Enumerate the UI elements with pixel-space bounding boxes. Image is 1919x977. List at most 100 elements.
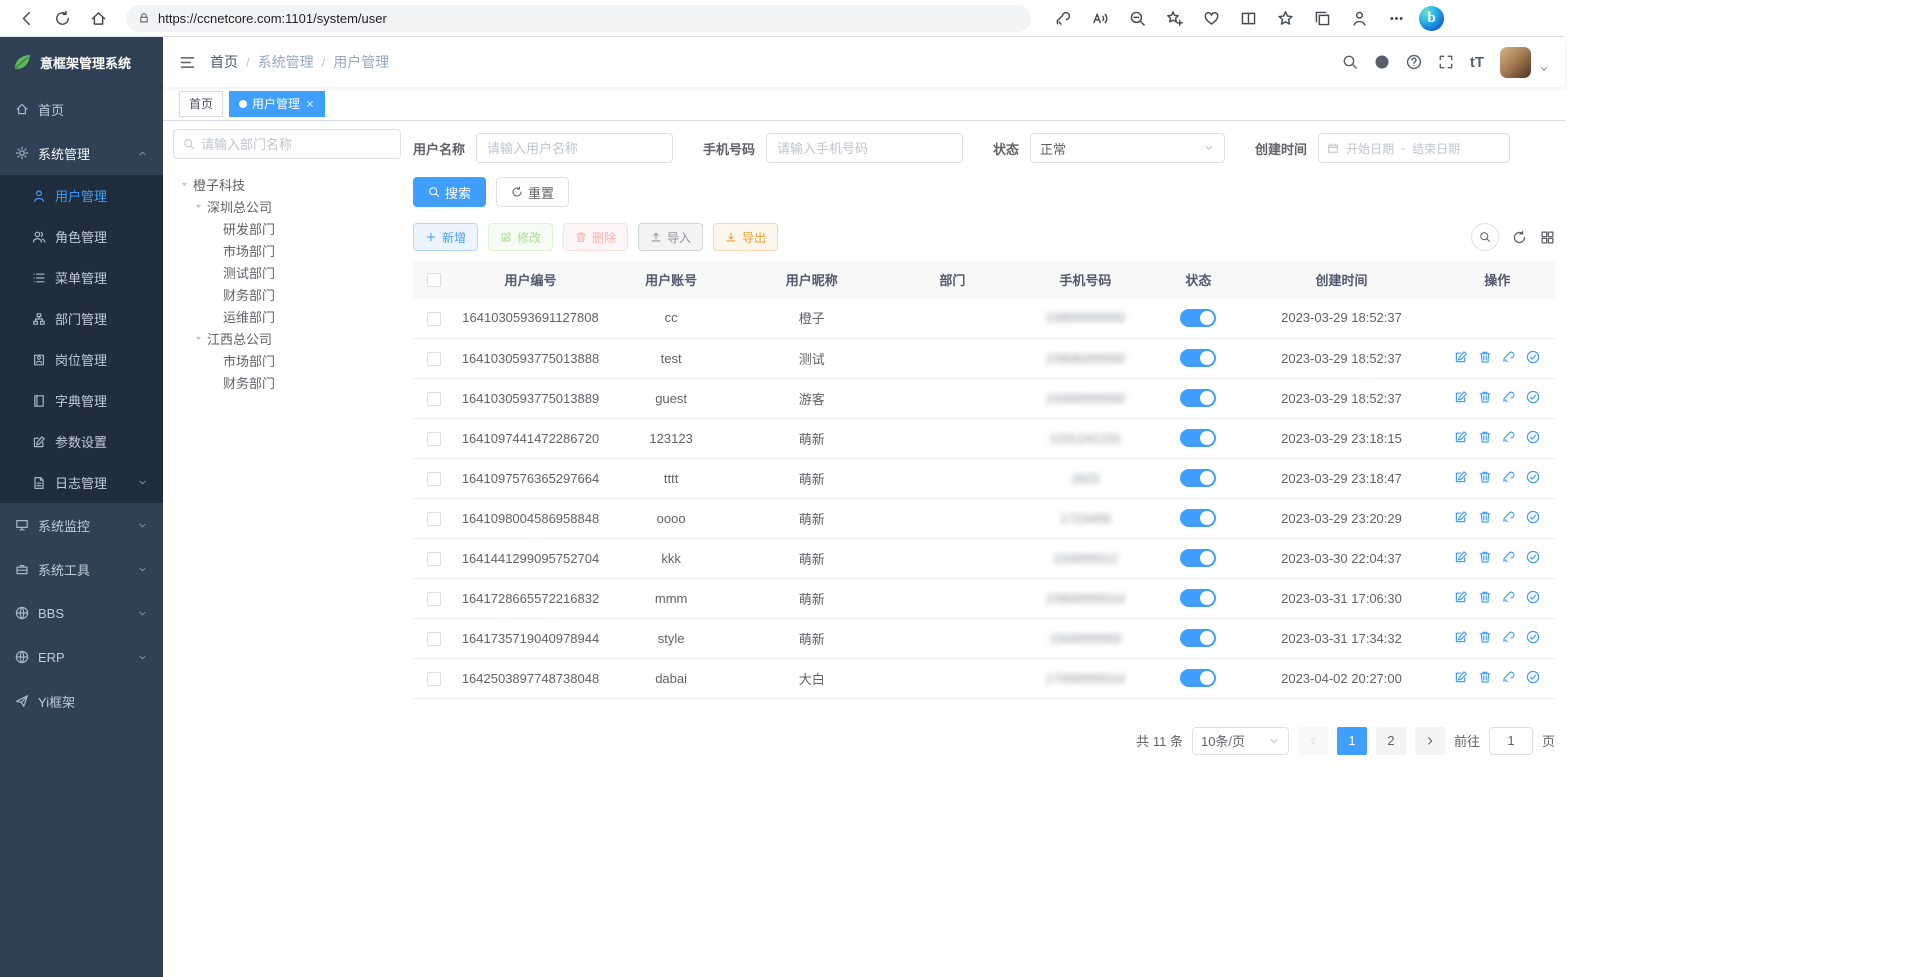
favorites-icon[interactable] bbox=[1271, 4, 1299, 32]
browser-home-icon[interactable] bbox=[82, 3, 114, 33]
search-button[interactable]: 搜索 bbox=[413, 177, 486, 207]
tree-node[interactable]: 江西总公司 bbox=[173, 327, 401, 349]
sidebar-item-home[interactable]: 首页 bbox=[0, 87, 163, 131]
tree-node[interactable]: 财务部门 bbox=[173, 371, 401, 393]
reset-button[interactable]: 重置 bbox=[496, 177, 569, 207]
edit-row-icon[interactable] bbox=[1454, 590, 1468, 604]
edit-row-icon[interactable] bbox=[1454, 430, 1468, 444]
reset-password-icon[interactable] bbox=[1502, 390, 1516, 404]
assign-role-icon[interactable] bbox=[1526, 430, 1540, 444]
assign-role-icon[interactable] bbox=[1526, 630, 1540, 644]
collections-icon[interactable] bbox=[1308, 4, 1336, 32]
tree-node[interactable]: 测试部门 bbox=[173, 261, 401, 283]
app-logo[interactable]: 意框架管理系统 bbox=[0, 37, 163, 87]
status-toggle[interactable] bbox=[1180, 549, 1216, 567]
page-jump-input[interactable] bbox=[1489, 727, 1533, 755]
reset-password-icon[interactable] bbox=[1502, 510, 1516, 524]
sidebar-item-system-monitor[interactable]: 系统监控 bbox=[0, 503, 163, 547]
edit-row-icon[interactable] bbox=[1454, 510, 1468, 524]
status-select[interactable]: 正常 bbox=[1030, 133, 1225, 163]
sidebar-item-param-settings[interactable]: 参数设置 bbox=[0, 421, 163, 462]
edit-row-icon[interactable] bbox=[1454, 470, 1468, 484]
fullscreen-icon[interactable] bbox=[1438, 54, 1454, 70]
delete-row-icon[interactable] bbox=[1478, 630, 1492, 644]
edit-row-icon[interactable] bbox=[1454, 390, 1468, 404]
tree-node[interactable]: 研发部门 bbox=[173, 217, 401, 239]
delete-row-icon[interactable] bbox=[1478, 510, 1492, 524]
edit-row-icon[interactable] bbox=[1454, 630, 1468, 644]
status-toggle[interactable] bbox=[1180, 589, 1216, 607]
next-page-button[interactable] bbox=[1415, 727, 1445, 755]
status-toggle[interactable] bbox=[1180, 469, 1216, 487]
status-toggle[interactable] bbox=[1180, 389, 1216, 407]
split-screen-icon[interactable] bbox=[1234, 4, 1262, 32]
assign-role-icon[interactable] bbox=[1526, 350, 1540, 364]
sidebar-item-log-management[interactable]: 日志管理 bbox=[0, 462, 163, 503]
edit-row-icon[interactable] bbox=[1454, 550, 1468, 564]
assign-role-icon[interactable] bbox=[1526, 670, 1540, 684]
tree-node[interactable]: 深圳总公司 bbox=[173, 195, 401, 217]
reset-password-icon[interactable] bbox=[1502, 590, 1516, 604]
sidebar-item-role-management[interactable]: 角色管理 bbox=[0, 216, 163, 257]
sidebar-toggle-icon[interactable] bbox=[179, 54, 196, 71]
row-checkbox[interactable] bbox=[427, 552, 441, 566]
row-checkbox[interactable] bbox=[427, 512, 441, 526]
row-checkbox[interactable] bbox=[427, 472, 441, 486]
search-icon[interactable] bbox=[1342, 54, 1358, 70]
delete-row-icon[interactable] bbox=[1478, 430, 1492, 444]
row-checkbox[interactable] bbox=[427, 672, 441, 686]
sidebar-item-menu-management[interactable]: 菜单管理 bbox=[0, 257, 163, 298]
date-range-picker[interactable]: 开始日期 - 结束日期 bbox=[1318, 133, 1510, 163]
row-checkbox[interactable] bbox=[427, 432, 441, 446]
favorites-add-icon[interactable] bbox=[1160, 4, 1188, 32]
tree-expand-icon[interactable] bbox=[193, 201, 204, 212]
reload-icon[interactable] bbox=[46, 3, 78, 33]
sidebar-item-yi-framework[interactable]: Yi框架 bbox=[0, 679, 163, 723]
font-size-icon[interactable]: tT bbox=[1470, 54, 1484, 71]
toggle-search-button[interactable] bbox=[1471, 223, 1499, 251]
close-tab-icon[interactable] bbox=[305, 99, 315, 109]
zoom-out-icon[interactable] bbox=[1123, 4, 1151, 32]
status-toggle[interactable] bbox=[1180, 509, 1216, 527]
edit-button[interactable]: 修改 bbox=[488, 223, 553, 251]
phone-input[interactable] bbox=[766, 133, 963, 163]
reset-password-icon[interactable] bbox=[1502, 630, 1516, 644]
back-icon[interactable] bbox=[10, 3, 42, 33]
assign-role-icon[interactable] bbox=[1526, 510, 1540, 524]
delete-row-icon[interactable] bbox=[1478, 470, 1492, 484]
sidebar-item-erp[interactable]: ERP bbox=[0, 635, 163, 679]
tree-node[interactable]: 财务部门 bbox=[173, 283, 401, 305]
row-checkbox[interactable] bbox=[427, 632, 441, 646]
sidebar-item-bbs[interactable]: BBS bbox=[0, 591, 163, 635]
tree-node[interactable]: 市场部门 bbox=[173, 349, 401, 371]
tree-node[interactable]: 运维部门 bbox=[173, 305, 401, 327]
assign-role-icon[interactable] bbox=[1526, 390, 1540, 404]
prev-page-button[interactable] bbox=[1298, 727, 1328, 755]
read-aloud-icon[interactable] bbox=[1086, 4, 1114, 32]
row-checkbox[interactable] bbox=[427, 352, 441, 366]
row-checkbox[interactable] bbox=[427, 592, 441, 606]
add-button[interactable]: 新增 bbox=[413, 223, 478, 251]
tree-node[interactable]: 橙子科技 bbox=[173, 173, 401, 195]
select-all-checkbox[interactable] bbox=[427, 273, 441, 287]
sidebar-item-user-management[interactable]: 用户管理 bbox=[0, 175, 163, 216]
delete-row-icon[interactable] bbox=[1478, 350, 1492, 364]
import-button[interactable]: 导入 bbox=[638, 223, 703, 251]
refresh-table-icon[interactable] bbox=[1512, 230, 1527, 245]
tab-home[interactable]: 首页 bbox=[179, 91, 223, 117]
profile-icon[interactable] bbox=[1345, 4, 1373, 32]
delete-button[interactable]: 删除 bbox=[563, 223, 628, 251]
help-icon[interactable] bbox=[1406, 54, 1422, 70]
delete-row-icon[interactable] bbox=[1478, 390, 1492, 404]
dept-search-input[interactable] bbox=[201, 137, 391, 152]
row-checkbox[interactable] bbox=[427, 392, 441, 406]
github-icon[interactable] bbox=[1374, 54, 1390, 70]
delete-row-icon[interactable] bbox=[1478, 590, 1492, 604]
status-toggle[interactable] bbox=[1180, 629, 1216, 647]
edit-row-icon[interactable] bbox=[1454, 350, 1468, 364]
status-toggle[interactable] bbox=[1180, 669, 1216, 687]
row-checkbox[interactable] bbox=[427, 312, 441, 326]
more-icon[interactable] bbox=[1382, 4, 1410, 32]
status-toggle[interactable] bbox=[1180, 429, 1216, 447]
assign-role-icon[interactable] bbox=[1526, 550, 1540, 564]
